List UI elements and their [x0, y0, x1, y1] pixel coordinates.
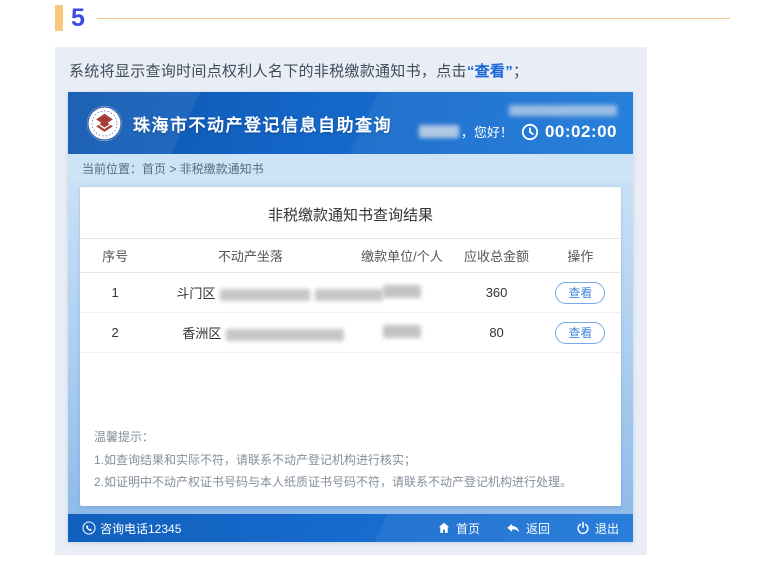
- greeting-text: ，您好！: [460, 125, 513, 140]
- result-table: 序号 不动产坐落 缴款单位/个人 应收总金额 操作 1 斗门区 360 查看 2…: [80, 238, 621, 353]
- view-button[interactable]: 查看: [555, 321, 606, 344]
- step-heading: 5: [55, 5, 730, 31]
- back-label: 返回: [525, 521, 550, 536]
- agency-logo-icon: [86, 105, 123, 141]
- breadcrumb: 当前位置：首页 > 非税缴款通知书: [68, 154, 633, 182]
- row-action: 查看: [540, 273, 621, 313]
- row-index: 2: [111, 325, 119, 340]
- step-accent-bar: [55, 5, 63, 31]
- row-location: 香洲区: [150, 313, 350, 353]
- row-location: 斗门区: [150, 273, 384, 313]
- result-card: 非税缴款通知书查询结果 序号 不动产坐落 缴款单位/个人 应收总金额 操作 1 …: [80, 187, 621, 506]
- location-redacted: [226, 328, 345, 341]
- col-header-action: 操作: [567, 249, 594, 264]
- back-arrow-icon: [507, 523, 519, 532]
- home-button[interactable]: 首页: [437, 520, 480, 537]
- table-row: 2 香洲区 80 查看: [80, 313, 621, 353]
- office-name-redacted: [509, 104, 617, 116]
- row-amount: 80: [489, 325, 504, 340]
- tips-line-2: 2.如证明中不动产权证书号码与本人纸质证书号码不符，请联系不动产登记机构进行处理…: [94, 474, 573, 489]
- instruction-suffix: ；: [513, 63, 529, 80]
- result-title: 非税缴款通知书查询结果: [267, 207, 433, 224]
- payer-redacted: [382, 284, 421, 298]
- app-title: 珠海市不动产登记信息自助查询: [133, 115, 392, 135]
- breadcrumb-text: 当前位置：首页 > 非税缴款通知书: [82, 161, 264, 176]
- view-keyword-highlight: “查看”: [466, 63, 514, 80]
- hotline: 咨询电话12345: [82, 520, 181, 537]
- instruction-text: 系统将显示查询时间点权利人名下的非税缴款通知书，点击“查看”；: [55, 47, 647, 92]
- row-amount: 360: [485, 285, 508, 300]
- col-header-index: 序号: [102, 249, 129, 264]
- instruction-prefix: 系统将显示查询时间点权利人名下的非税缴款通知书，点击: [69, 63, 467, 80]
- location-redacted: [220, 288, 311, 301]
- back-button[interactable]: 返回: [506, 520, 550, 537]
- clock-icon: [521, 123, 539, 140]
- row-payer: [351, 313, 454, 353]
- payer-redacted: [382, 324, 421, 338]
- table-header-row: 序号 不动产坐落 缴款单位/个人 应收总金额 操作: [80, 238, 621, 273]
- exit-label: 退出: [594, 521, 619, 536]
- app-header: 珠海市不动产登记信息自助查询 ，您好！ 00:02:00: [68, 92, 633, 154]
- tips-title: 温馨提示：: [94, 430, 155, 445]
- exit-button[interactable]: 退出: [576, 520, 619, 537]
- user-name-redacted: [418, 125, 459, 138]
- table-row: 1 斗门区 360 查看: [80, 273, 621, 313]
- col-header-amount: 应收总金额: [464, 249, 530, 264]
- row-index: 1: [111, 285, 119, 300]
- footer-nav: 首页 返回 退出: [437, 520, 619, 537]
- step-divider-line: [96, 17, 730, 19]
- header-user-area: ，您好！ 00:02:00: [418, 104, 617, 142]
- step-number: 5: [71, 3, 85, 32]
- tips-line-1: 1.如查询结果和实际不符，请联系不动产登记机构进行核实；: [94, 452, 417, 467]
- step-panel: 系统将显示查询时间点权利人名下的非税缴款通知书，点击“查看”； 珠海市不动产登记…: [55, 47, 647, 555]
- app-body: 非税缴款通知书查询结果 序号 不动产坐落 缴款单位/个人 应收总金额 操作 1 …: [68, 182, 633, 514]
- tips-block: 温馨提示： 1.如查询结果和实际不符，请联系不动产登记机构进行核实； 2.如证明…: [80, 426, 621, 506]
- row-action: 查看: [540, 313, 621, 353]
- location-redacted: [315, 288, 384, 301]
- hotline-text: 咨询电话12345: [100, 521, 182, 536]
- power-icon: [577, 521, 589, 535]
- location-prefix: 斗门区: [176, 286, 216, 301]
- phone-icon: [82, 521, 96, 535]
- session-timer: 00:02:00: [544, 121, 617, 141]
- app-footer: 咨询电话12345 首页 返回 退出: [68, 514, 633, 542]
- home-label: 首页: [455, 521, 480, 536]
- card-spacer: [80, 353, 621, 426]
- app-screenshot: 珠海市不动产登记信息自助查询 ，您好！ 00:02:00 当前位置：首页 > 非…: [68, 92, 633, 542]
- home-icon: [438, 522, 450, 533]
- view-button[interactable]: 查看: [555, 281, 606, 304]
- col-header-location: 不动产坐落: [217, 249, 283, 264]
- location-prefix: 香洲区: [182, 326, 222, 341]
- col-header-payer: 缴款单位/个人: [361, 249, 443, 264]
